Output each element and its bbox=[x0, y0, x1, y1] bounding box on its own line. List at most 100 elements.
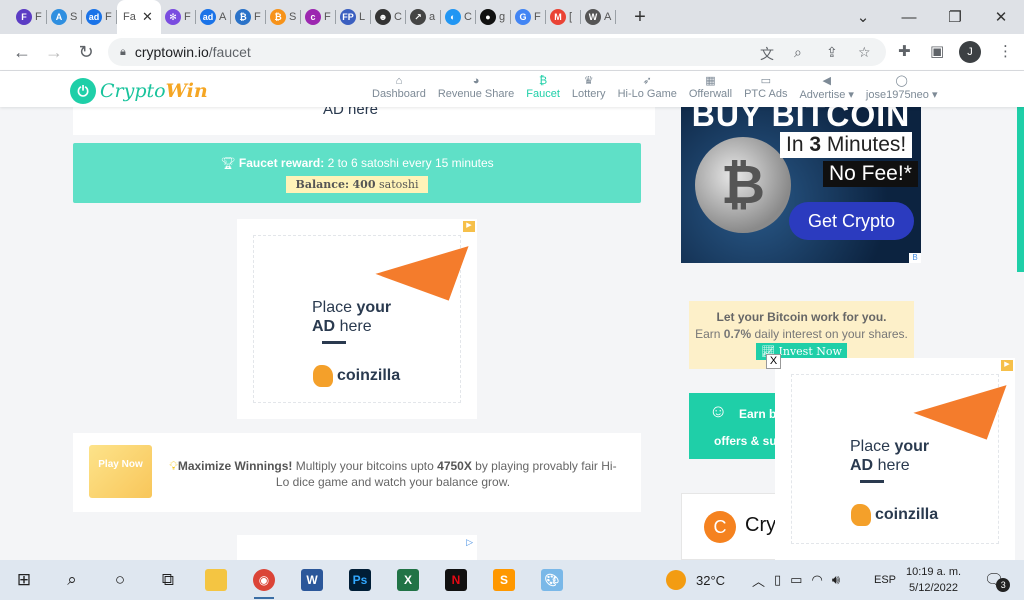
browser-tab[interactable]: ✻ F bbox=[161, 0, 196, 34]
bottom-ad[interactable]: ▷ bbox=[237, 535, 477, 560]
close-tab-icon[interactable]: ✕ bbox=[142, 9, 153, 25]
browser-tab[interactable]: ad A bbox=[196, 0, 231, 34]
system-tray: ︿ ▯ ▭ ◠ 🔊︎ bbox=[752, 560, 840, 600]
buy-bitcoin-ad[interactable]: BUY BITCOIN ₿ In 3 Minutes! No Fee!* Get… bbox=[681, 107, 921, 263]
wifi-icon[interactable]: ◠ bbox=[811, 572, 822, 588]
brand-c-icon: C bbox=[704, 511, 736, 543]
browser-tab[interactable]: AS bbox=[47, 0, 82, 34]
site-menu: ⌂ Dashboard ◕ Revenue Share ₿ Faucet ♛ Lottery ➶… bbox=[366, 74, 944, 101]
tab-favicon-icon: ₿ bbox=[235, 9, 251, 25]
top-ad-text: AD here bbox=[323, 107, 379, 118]
language-indicator[interactable]: ESP bbox=[874, 560, 896, 600]
back-icon[interactable]: ← bbox=[6, 36, 38, 68]
tab-title: S bbox=[70, 11, 78, 23]
new-tab-button[interactable]: + bbox=[626, 6, 654, 29]
earn-icon: ☺ bbox=[709, 401, 728, 421]
nav-item-jose1975neo[interactable]: ◯ jose1975neo ▾ bbox=[860, 74, 944, 101]
nav-label: Hi-Lo Game bbox=[617, 88, 677, 100]
browser-tab[interactable]: ₿ S bbox=[266, 0, 301, 34]
browser-tab[interactable]: FP L bbox=[336, 0, 371, 34]
nav-item-faucet[interactable]: ₿ Faucet bbox=[520, 74, 566, 101]
notifications-icon[interactable]: 🗨︎ 3 bbox=[984, 560, 1018, 600]
url-bar[interactable]: 🔒︎ cryptowin.io/faucet 文 ⌕ ⇪ ☆ bbox=[108, 38, 886, 66]
reload-icon[interactable]: ↻ bbox=[70, 36, 102, 68]
extensions-icon[interactable]: ✚ bbox=[898, 42, 911, 60]
nav-item-revenue-share[interactable]: ◕ Revenue Share bbox=[432, 74, 520, 101]
nav-item-offerwall[interactable]: ▦ Offerwall bbox=[683, 74, 738, 101]
weather-widget[interactable]: 32°C bbox=[666, 560, 725, 600]
nav-label: Advertise ▾ bbox=[799, 89, 854, 101]
tab-title: Fa bbox=[123, 11, 136, 23]
translate-icon[interactable]: 文 bbox=[760, 44, 774, 64]
photoshop-icon[interactable]: Ps bbox=[336, 560, 384, 600]
adchoices-icon[interactable]: ▶ bbox=[463, 221, 475, 232]
side-panel-icon[interactable]: ▣ bbox=[930, 42, 944, 60]
bookmark-star-icon[interactable]: ☆ bbox=[858, 44, 871, 61]
file-explorer-icon[interactable] bbox=[192, 560, 240, 600]
profile-avatar[interactable]: J bbox=[959, 41, 981, 63]
play-now-button[interactable]: Play Now bbox=[89, 445, 152, 498]
forward-icon[interactable]: → bbox=[38, 36, 70, 68]
tab-favicon-icon: ◐ bbox=[445, 9, 461, 25]
browser-tab[interactable]: ₿ F bbox=[231, 0, 266, 34]
sublime-icon[interactable]: S bbox=[480, 560, 528, 600]
nav-item-hi-lo-game[interactable]: ➶ Hi-Lo Game bbox=[612, 74, 683, 101]
close-window-button[interactable]: ✕ bbox=[978, 0, 1024, 34]
browser-tab[interactable]: M[ bbox=[546, 0, 581, 34]
browser-tab[interactable]: FF bbox=[12, 0, 47, 34]
tab-favicon-icon: FP bbox=[340, 9, 356, 25]
get-crypto-button[interactable]: Get Crypto bbox=[789, 202, 914, 240]
share-icon[interactable]: ⇪ bbox=[826, 44, 838, 61]
word-icon[interactable]: W bbox=[288, 560, 336, 600]
nav-item-lottery[interactable]: ♛ Lottery bbox=[566, 74, 612, 101]
tab-favicon-icon: ₿ bbox=[270, 9, 286, 25]
browser-tab[interactable]: ● g bbox=[476, 0, 511, 34]
browser-tab[interactable]: ◐ C bbox=[441, 0, 476, 34]
nav-icon: ▦ bbox=[705, 75, 716, 87]
tab-title: L bbox=[359, 11, 366, 23]
browser-tab[interactable]: cF bbox=[301, 0, 336, 34]
page-scrollbar[interactable] bbox=[1016, 107, 1024, 560]
browser-tab[interactable]: ad F bbox=[82, 0, 117, 34]
top-ad-banner[interactable]: AD here bbox=[73, 107, 655, 135]
reward-label: Faucet reward: bbox=[238, 156, 325, 170]
phone-icon[interactable]: ▯ bbox=[774, 572, 781, 588]
scrollbar-thumb[interactable] bbox=[1017, 107, 1024, 272]
browser-tab[interactable]: WA bbox=[581, 0, 616, 34]
crypto-brand-box[interactable]: C Cry bbox=[681, 493, 781, 560]
battery-icon[interactable]: ▭ bbox=[790, 572, 802, 588]
task-view-icon[interactable]: ⧉ bbox=[144, 560, 192, 600]
earn-panel[interactable]: ☺ Earn b offers & su bbox=[689, 393, 779, 459]
nav-item-dashboard[interactable]: ⌂ Dashboard bbox=[366, 74, 432, 101]
search-icon[interactable]: ⌕ bbox=[48, 560, 96, 600]
volume-icon[interactable]: 🔊︎ bbox=[832, 572, 840, 588]
tab-favicon-icon: ☻ bbox=[375, 9, 391, 25]
maximize-button[interactable]: ❐ bbox=[932, 0, 978, 34]
paint-icon[interactable]: 🎨︎ bbox=[528, 560, 576, 600]
nav-icon: ⌂ bbox=[395, 75, 403, 87]
adchoices-icon[interactable]: ▶ bbox=[1001, 360, 1013, 371]
site-logo[interactable]: ⏻ CryptoWin bbox=[70, 78, 208, 104]
browser-tab[interactable]: ↗ a bbox=[406, 0, 441, 34]
tab-favicon-icon: ad bbox=[86, 9, 102, 25]
excel-icon[interactable]: X bbox=[384, 560, 432, 600]
balance-value: 400 bbox=[352, 178, 376, 191]
start-button[interactable]: ⊞ bbox=[0, 560, 48, 600]
minimize-button[interactable]: — bbox=[886, 0, 932, 34]
popup-ad[interactable]: ▶ Place your AD here coinzilla bbox=[775, 358, 1015, 560]
chevron-up-icon[interactable]: ︿ bbox=[752, 571, 765, 590]
popup-close-button[interactable]: X bbox=[766, 354, 781, 369]
browser-tab[interactable]: ☻ C bbox=[371, 0, 406, 34]
cortana-icon[interactable]: ○ bbox=[96, 560, 144, 600]
browser-tab-active[interactable]: Fa ✕ bbox=[117, 0, 161, 34]
zoom-icon[interactable]: ⌕ bbox=[794, 44, 802, 61]
center-ad[interactable]: ▶ Place your AD here coinzilla bbox=[237, 219, 477, 419]
netflix-icon[interactable]: N bbox=[432, 560, 480, 600]
tab-search-button[interactable]: ⌄ bbox=[840, 0, 886, 34]
nav-item-advertise[interactable]: ◀ Advertise ▾ bbox=[793, 74, 859, 101]
browser-menu-icon[interactable]: ⋮ bbox=[998, 42, 1013, 60]
nav-item-ptc-ads[interactable]: ▭ PTC Ads bbox=[738, 74, 793, 101]
chrome-icon[interactable]: ◉ bbox=[240, 560, 288, 600]
browser-tab[interactable]: GF bbox=[511, 0, 546, 34]
clock[interactable]: 10:19 a. m. 5/12/2022 bbox=[906, 560, 961, 600]
